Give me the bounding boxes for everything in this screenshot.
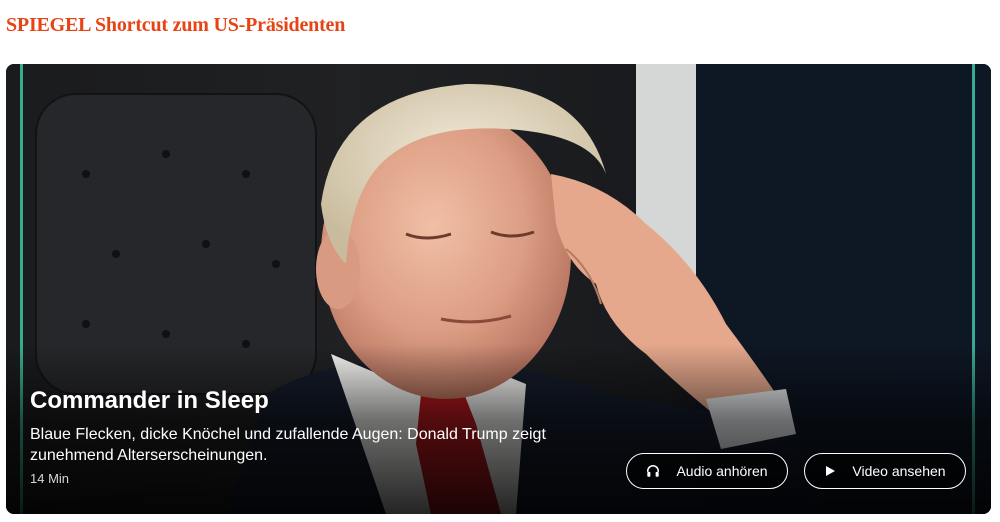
audio-button-label: Audio anhören <box>676 463 768 479</box>
article-headline[interactable]: Commander in Sleep <box>30 387 269 415</box>
article-teaser[interactable]: Blaue Flecken, dicke Knöchel und zufalle… <box>30 424 570 466</box>
headphones-icon <box>646 464 660 478</box>
play-icon <box>824 465 836 477</box>
video-button-label: Video ansehen <box>852 463 946 479</box>
section-title[interactable]: SPIEGEL Shortcut zum US-Präsidenten <box>6 14 345 37</box>
video-watch-button[interactable]: Video ansehen <box>804 453 966 489</box>
audio-video-teaser-card[interactable]: Commander in Sleep Blaue Flecken, dicke … <box>6 64 991 514</box>
duration-label: 14 Min <box>30 471 70 486</box>
audio-listen-button[interactable]: Audio anhören <box>626 453 788 489</box>
